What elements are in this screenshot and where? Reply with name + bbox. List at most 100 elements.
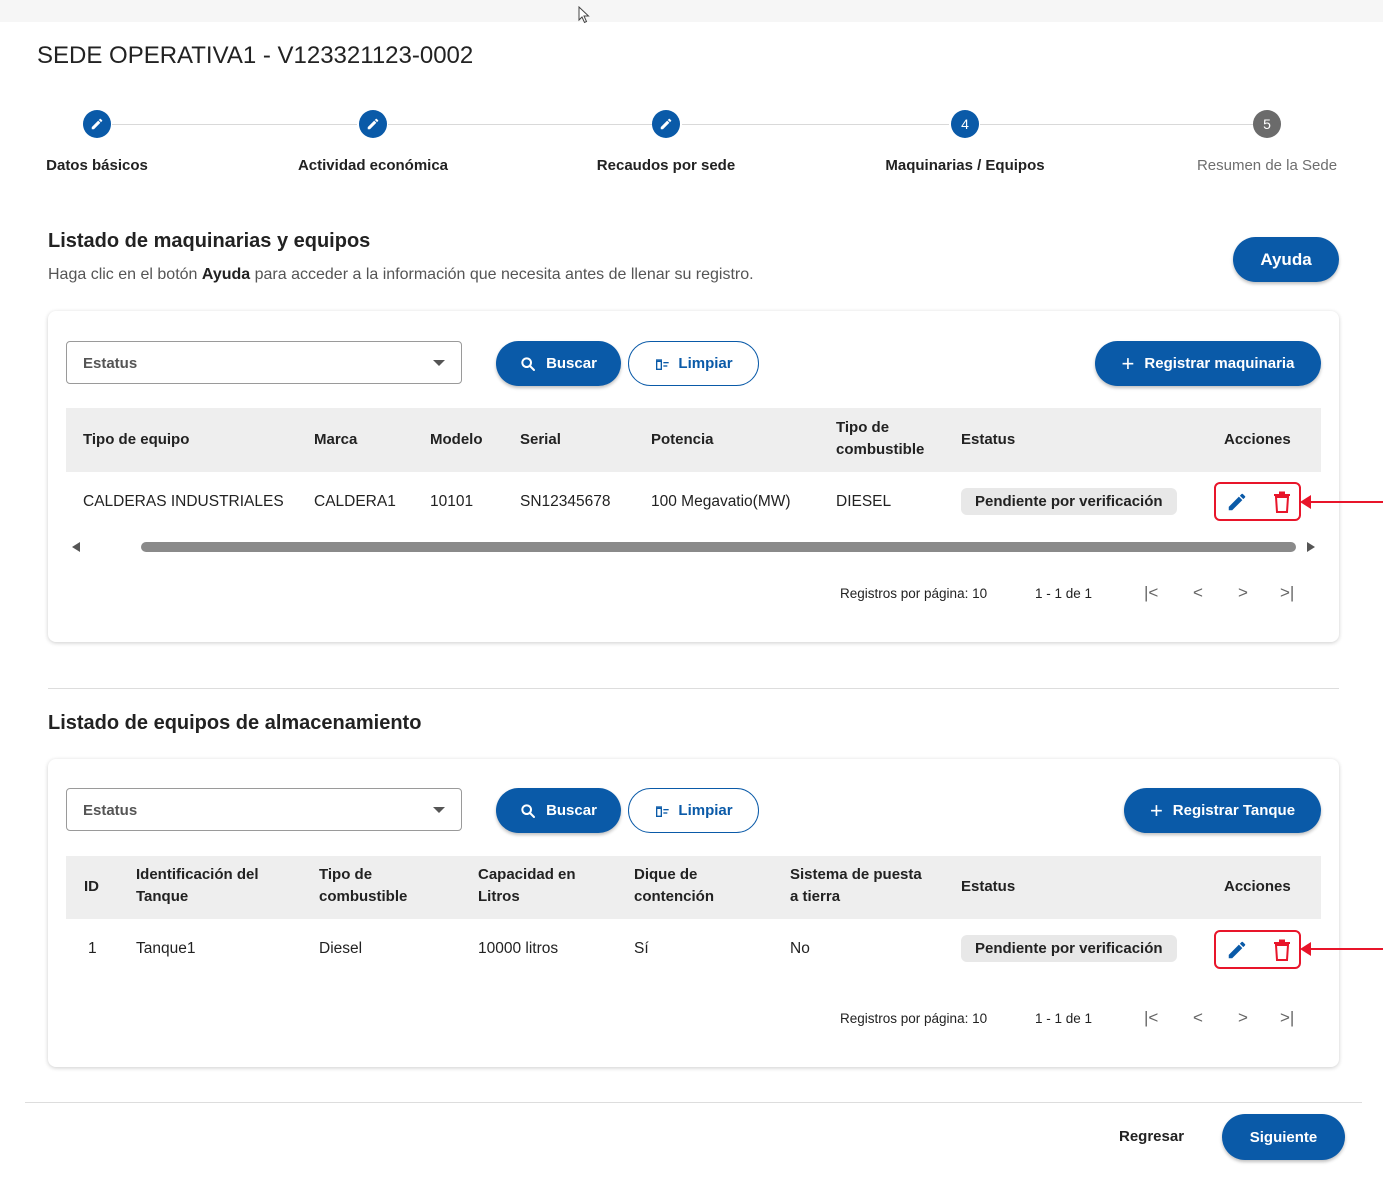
col-marca: Marca bbox=[314, 431, 358, 448]
col-acciones: Acciones bbox=[1224, 431, 1291, 448]
col-dique: Dique de contención bbox=[634, 866, 715, 905]
status-placeholder: Estatus bbox=[83, 802, 138, 819]
rows-per-page[interactable]: Registros por página: 10 bbox=[840, 1011, 987, 1026]
page-range: 1 - 1 de 1 bbox=[1035, 586, 1093, 601]
col-acciones: Acciones bbox=[1224, 878, 1291, 895]
step-label: Maquinarias / Equipos bbox=[885, 157, 1045, 174]
clear-label: Limpiar bbox=[678, 355, 733, 372]
chevron-left-icon[interactable]: < bbox=[1193, 583, 1203, 603]
register-tank-button[interactable]: + Registrar Tanque bbox=[1124, 788, 1321, 833]
first-page-icon[interactable]: |< bbox=[1144, 583, 1158, 603]
step-label: Recaudos por sede bbox=[596, 157, 736, 174]
chevron-down-icon bbox=[433, 360, 445, 366]
cell-combustible: DIESEL bbox=[836, 493, 892, 510]
step-recaudos[interactable]: Recaudos por sede bbox=[546, 108, 786, 174]
section-title-machinery: Listado de maquinarias y equipos bbox=[48, 230, 371, 252]
machinery-card: Estatus Buscar Limpiar + Registrar maqui… bbox=[48, 311, 1339, 642]
cell-modelo: 10101 bbox=[430, 493, 474, 510]
filter-clear-icon bbox=[656, 358, 670, 370]
step-label: Resumen de la Sede bbox=[1196, 157, 1338, 174]
stepper: Datos básicos Actividad económica Recaud… bbox=[0, 108, 1383, 188]
cell-serial: SN12345678 bbox=[520, 493, 611, 510]
register-machinery-button[interactable]: + Registrar maquinaria bbox=[1095, 341, 1321, 386]
last-page-icon[interactable]: >| bbox=[1280, 583, 1294, 603]
pencil-icon bbox=[359, 110, 387, 138]
register-tank-label: Registrar Tanque bbox=[1172, 802, 1296, 819]
rows-per-page[interactable]: Registros por página: 10 bbox=[840, 586, 987, 601]
register-machinery-label: Registrar maquinaria bbox=[1144, 355, 1295, 372]
col-puesta-tierra: Sistema de puesta a tierra bbox=[790, 866, 922, 905]
pencil-icon[interactable] bbox=[1226, 491, 1248, 513]
plus-icon: + bbox=[1149, 797, 1163, 823]
col-identificacion: Identificación del Tanque bbox=[136, 866, 259, 905]
clear-button[interactable]: Limpiar bbox=[628, 341, 759, 386]
help-button[interactable]: Ayuda bbox=[1233, 237, 1339, 282]
search-button[interactable]: Buscar bbox=[496, 341, 621, 386]
col-id: ID bbox=[84, 878, 99, 895]
clear-label: Limpiar bbox=[678, 802, 733, 819]
trash-icon[interactable] bbox=[1272, 491, 1292, 513]
cell-potencia: 100 Megavatio(MW) bbox=[651, 493, 791, 510]
back-button[interactable]: Regresar bbox=[1119, 1128, 1184, 1145]
step-number-badge: 4 bbox=[951, 110, 979, 138]
step-actividad-economica[interactable]: Actividad económica bbox=[253, 108, 493, 174]
trash-icon[interactable] bbox=[1272, 939, 1292, 961]
section-title-storage: Listado de equipos de almacenamiento bbox=[48, 712, 422, 734]
mouse-cursor-icon bbox=[578, 6, 590, 24]
help-hint: Haga clic en el botón Ayuda para acceder… bbox=[48, 266, 754, 284]
storage-card: Estatus Buscar Limpiar + Registrar Tanqu… bbox=[48, 759, 1339, 1067]
search-label: Buscar bbox=[546, 355, 597, 372]
col-capacidad: Capacidad en Litros bbox=[478, 866, 576, 905]
cell-dique: Sí bbox=[634, 940, 649, 957]
col-tipo-combustible: Tipo de combustible bbox=[319, 866, 408, 905]
step-label: Actividad económica bbox=[297, 157, 449, 174]
next-button[interactable]: Siguiente bbox=[1222, 1114, 1345, 1160]
status-badge: Pendiente por verificación bbox=[961, 488, 1177, 515]
step-datos-basicos[interactable]: Datos básicos bbox=[0, 108, 217, 174]
hint-text: Haga clic en el botón bbox=[48, 266, 202, 283]
col-potencia: Potencia bbox=[651, 431, 714, 448]
chevron-left-icon[interactable]: < bbox=[1193, 1008, 1203, 1028]
chevron-down-icon bbox=[433, 807, 445, 813]
scroll-right-icon[interactable] bbox=[1307, 542, 1315, 552]
chevron-right-icon[interactable]: > bbox=[1238, 583, 1248, 603]
row-actions bbox=[1214, 930, 1301, 969]
search-label: Buscar bbox=[546, 802, 597, 819]
row-actions bbox=[1214, 482, 1301, 521]
step-label: Datos básicos bbox=[46, 157, 148, 174]
cell-identificacion: Tanque1 bbox=[136, 940, 196, 957]
first-page-icon[interactable]: |< bbox=[1144, 1008, 1158, 1028]
search-icon bbox=[521, 803, 536, 818]
clear-button[interactable]: Limpiar bbox=[628, 788, 759, 833]
col-serial: Serial bbox=[520, 431, 561, 448]
cell-marca: CALDERA1 bbox=[314, 493, 396, 510]
pencil-icon[interactable] bbox=[1226, 939, 1248, 961]
search-icon bbox=[521, 356, 536, 371]
annotation-arrow bbox=[1300, 495, 1383, 509]
pencil-icon bbox=[652, 110, 680, 138]
search-button[interactable]: Buscar bbox=[496, 788, 621, 833]
col-tipo-equipo: Tipo de equipo bbox=[83, 431, 190, 448]
cell-id: 1 bbox=[88, 940, 97, 957]
status-placeholder: Estatus bbox=[83, 355, 138, 372]
step-maquinarias[interactable]: 4 Maquinarias / Equipos bbox=[845, 108, 1085, 174]
col-tipo-combustible: Tipo de combustible bbox=[836, 419, 925, 458]
status-badge: Pendiente por verificación bbox=[961, 935, 1177, 962]
scroll-left-icon[interactable] bbox=[72, 542, 80, 552]
status-filter-select[interactable]: Estatus bbox=[66, 788, 462, 831]
plus-icon: + bbox=[1121, 350, 1135, 376]
step-resumen[interactable]: 5 Resumen de la Sede bbox=[1147, 108, 1383, 174]
table-header: ID Identificación del Tanque Tipo de com… bbox=[66, 856, 1321, 919]
last-page-icon[interactable]: >| bbox=[1280, 1008, 1294, 1028]
horizontal-scrollbar[interactable] bbox=[66, 540, 1321, 554]
footer-divider bbox=[25, 1102, 1362, 1103]
chevron-right-icon[interactable]: > bbox=[1238, 1008, 1248, 1028]
annotation-arrow bbox=[1300, 942, 1383, 956]
filter-clear-icon bbox=[656, 805, 670, 817]
col-modelo: Modelo bbox=[430, 431, 483, 448]
scroll-thumb[interactable] bbox=[141, 542, 1296, 552]
cell-capacidad: 10000 litros bbox=[478, 940, 559, 957]
cell-combustible: Diesel bbox=[319, 940, 363, 957]
status-filter-select[interactable]: Estatus bbox=[66, 341, 462, 384]
cell-tipo: CALDERAS INDUSTRIALES bbox=[83, 493, 284, 510]
